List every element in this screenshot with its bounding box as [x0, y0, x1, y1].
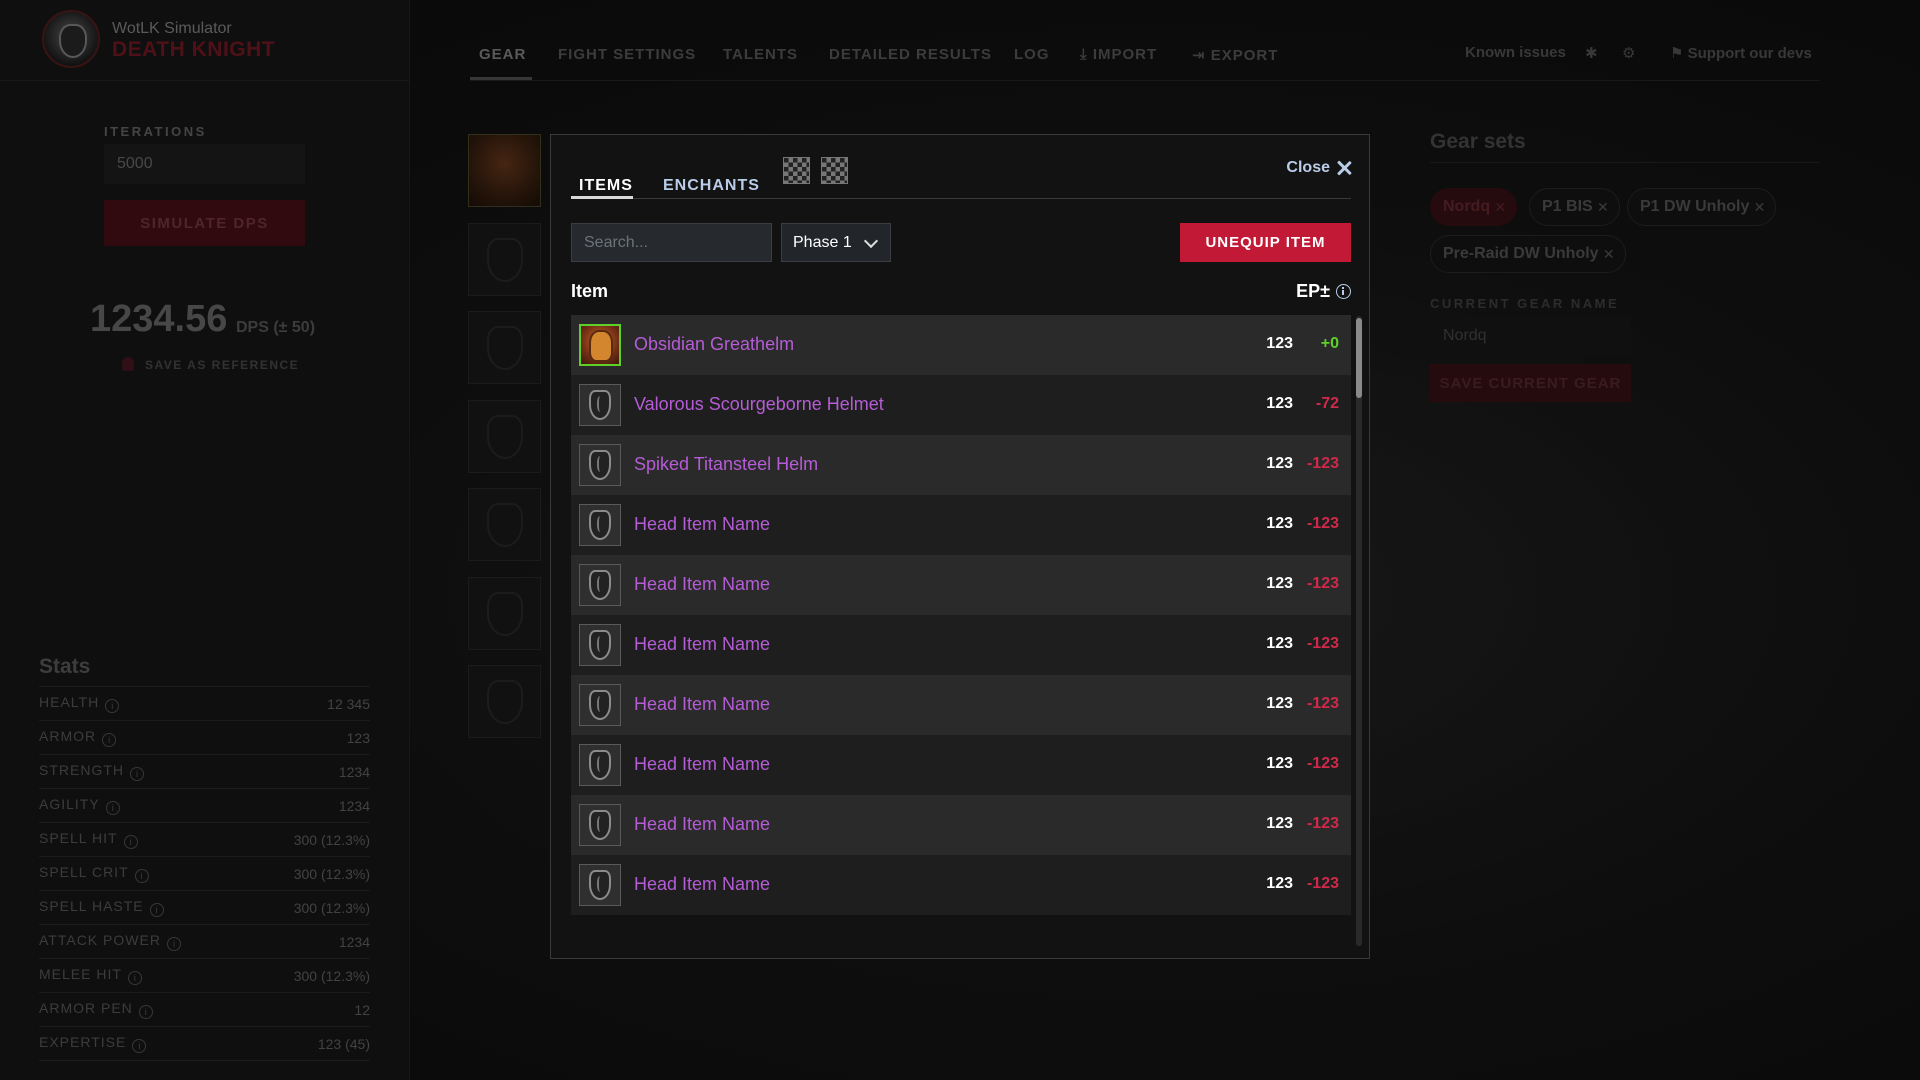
empty-slot-icon	[579, 624, 621, 666]
item-name-link[interactable]: Head Item Name	[634, 814, 770, 835]
empty-slot-icon	[579, 684, 621, 726]
item-name-link[interactable]: Head Item Name	[634, 514, 770, 535]
item-level: 123	[1266, 635, 1293, 652]
item-level: 123	[1266, 515, 1293, 532]
item-level: 123	[1266, 455, 1293, 472]
item-ep-delta: -123	[1306, 875, 1339, 892]
tab-enchants[interactable]: ENCHANTS	[663, 177, 760, 195]
ep-header-label: EP±	[1296, 281, 1330, 301]
gem-socket-icon[interactable]	[821, 157, 848, 184]
item-ep-delta: -123	[1306, 695, 1339, 712]
item-ep-delta: -123	[1306, 575, 1339, 592]
gem-socket-icon[interactable]	[783, 157, 810, 184]
empty-slot-icon	[579, 864, 621, 906]
item-row[interactable]: Valorous Scourgeborne Helmet 123 -72	[571, 375, 1351, 435]
phase-select-value: Phase 1	[793, 233, 852, 251]
column-item-header: Item	[571, 281, 609, 301]
item-ep-delta: +0	[1320, 335, 1339, 352]
info-icon[interactable]	[1336, 284, 1351, 299]
modal-tabs: ITEMS ENCHANTS	[571, 157, 1351, 199]
item-ep-delta: -72	[1315, 395, 1339, 412]
search-input[interactable]	[571, 223, 772, 262]
item-level: 123	[1266, 755, 1293, 772]
item-row[interactable]: Head Item Name 123 -123	[571, 555, 1351, 615]
item-row[interactable]: Head Item Name 123 -123	[571, 675, 1351, 735]
shield-shape	[589, 630, 611, 660]
empty-slot-icon	[579, 564, 621, 606]
item-row[interactable]: Spiked Titansteel Helm 123 -123	[571, 435, 1351, 495]
list-header: Item EP±	[571, 275, 1351, 305]
helm-shape	[589, 330, 613, 362]
item-name-link[interactable]: Obsidian Greathelm	[634, 334, 794, 355]
empty-slot-icon	[579, 384, 621, 426]
item-picker-modal: ITEMS ENCHANTS Close Phase 1 UNEQUIP ITE…	[550, 134, 1370, 959]
item-row[interactable]: Head Item Name 123 -123	[571, 855, 1351, 915]
item-name-link[interactable]: Head Item Name	[634, 574, 770, 595]
shield-shape	[589, 570, 611, 600]
chevron-down-icon	[863, 233, 879, 249]
shield-shape	[589, 810, 611, 840]
item-ep-delta: -123	[1306, 515, 1339, 532]
shield-shape	[589, 690, 611, 720]
empty-slot-icon	[579, 804, 621, 846]
item-row[interactable]: Obsidian Greathelm 123 +0	[571, 315, 1351, 375]
item-level: 123	[1266, 395, 1293, 412]
item-name-link[interactable]: Spiked Titansteel Helm	[634, 454, 818, 475]
item-level: 123	[1266, 875, 1293, 892]
shield-shape	[589, 510, 611, 540]
close-label: Close	[1286, 159, 1330, 176]
item-row[interactable]: Head Item Name 123 -123	[571, 615, 1351, 675]
tab-items[interactable]: ITEMS	[579, 177, 633, 195]
item-name-link[interactable]: Head Item Name	[634, 754, 770, 775]
close-icon	[1337, 161, 1351, 175]
close-button[interactable]: Close	[1286, 159, 1351, 177]
column-ep-header: EP±	[1296, 281, 1351, 302]
empty-slot-icon	[579, 504, 621, 546]
item-ep-delta: -123	[1306, 815, 1339, 832]
shield-shape	[589, 450, 611, 480]
item-row[interactable]: Head Item Name 123 -123	[571, 735, 1351, 795]
item-list: Obsidian Greathelm 123 +0 Valorous Scourgeb…	[571, 315, 1351, 915]
item-level: 123	[1266, 575, 1293, 592]
unequip-item-button[interactable]: UNEQUIP ITEM	[1180, 223, 1351, 262]
item-name-link[interactable]: Valorous Scourgeborne Helmet	[634, 394, 884, 415]
empty-slot-icon	[579, 744, 621, 786]
item-ep-delta: -123	[1306, 755, 1339, 772]
item-level: 123	[1266, 335, 1293, 352]
item-level: 123	[1266, 815, 1293, 832]
empty-slot-icon	[579, 444, 621, 486]
item-level: 123	[1266, 695, 1293, 712]
item-name-link[interactable]: Head Item Name	[634, 694, 770, 715]
item-ep-delta: -123	[1306, 635, 1339, 652]
item-name-link[interactable]: Head Item Name	[634, 634, 770, 655]
item-ep-delta: -123	[1306, 455, 1339, 472]
shield-shape	[589, 750, 611, 780]
helm-icon	[579, 324, 621, 366]
scrollbar-thumb[interactable]	[1356, 318, 1362, 398]
item-row[interactable]: Head Item Name 123 -123	[571, 495, 1351, 555]
scrollbar-track[interactable]	[1356, 316, 1362, 946]
shield-shape	[589, 870, 611, 900]
shield-shape	[589, 390, 611, 420]
item-row[interactable]: Head Item Name 123 -123	[571, 795, 1351, 855]
item-name-link[interactable]: Head Item Name	[634, 874, 770, 895]
active-tab-underline	[571, 196, 633, 199]
phase-select[interactable]: Phase 1	[781, 223, 891, 262]
